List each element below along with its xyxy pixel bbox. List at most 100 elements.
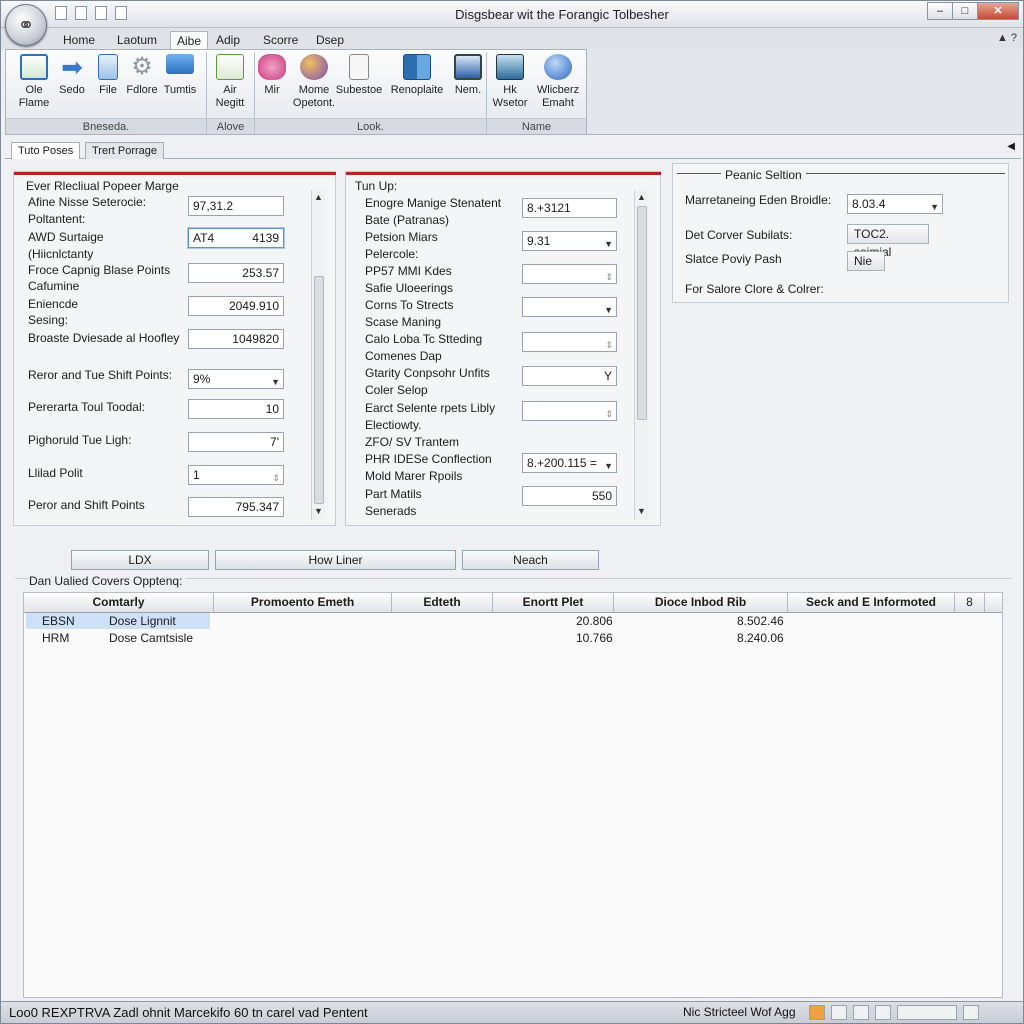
part-matils-field[interactable]: 550 <box>522 486 617 506</box>
air-negitt-button[interactable]: Air Negitt <box>210 52 250 110</box>
tab-laotum[interactable]: Laotum <box>111 31 163 50</box>
llilad-spinner[interactable]: 1 ⇕ <box>188 465 284 485</box>
neach-button[interactable]: Neach <box>462 550 599 570</box>
toc2-button[interactable]: TOC2. seimial <box>847 224 929 259</box>
table-row[interactable]: EBSN Dose Lignnit 20.806 8.502.46 <box>24 613 1002 630</box>
tab-tuto-poses[interactable]: Tuto Poses <box>11 142 81 159</box>
wlicberz-button[interactable]: Wlicberz Emaht <box>534 52 582 110</box>
pp57-spinner[interactable]: ⇕ <box>522 264 617 284</box>
status-right-text: Nic Stricteel Wof Agg <box>683 1005 796 1019</box>
awd-field[interactable]: AT4 4139 <box>188 228 284 248</box>
corns-select[interactable]: ▼ <box>522 297 617 317</box>
nie-button[interactable]: Nie <box>847 251 885 271</box>
zoom-out-icon[interactable] <box>875 1005 891 1020</box>
sedo-button[interactable]: ➡ Sedo <box>52 52 92 97</box>
renoplaite-button[interactable]: Renoplaite <box>388 52 446 97</box>
scroll-up-icon[interactable]: ▲ <box>314 192 323 202</box>
nem-button[interactable]: Nem. <box>448 52 488 97</box>
app-menu-orb-icon[interactable]: ⚭ <box>5 4 47 46</box>
scroll-down-icon[interactable]: ▼ <box>314 506 323 516</box>
gtarity-field[interactable]: Y <box>522 366 617 386</box>
field-label: Corns To Strects <box>365 298 454 312</box>
field-label: Reror and Tue Shift Points: <box>28 368 173 382</box>
reror-select[interactable]: 9% ▼ <box>188 369 284 389</box>
afine-field[interactable]: 97,31.2 <box>188 196 284 216</box>
marretaneing-select[interactable]: 8.03.4 ▼ <box>847 194 943 214</box>
table-cell: HRM <box>42 631 70 645</box>
mir-button[interactable]: Mir <box>252 52 292 97</box>
calo-spinner[interactable]: ⇕ <box>522 332 617 352</box>
tab-trert-porrage[interactable]: Trert Porrage <box>85 142 165 159</box>
column-header[interactable]: Dioce Inbod Rib <box>614 593 788 613</box>
file-icon <box>98 54 118 80</box>
left-panel: Ever Rlecliual Popeer Marge ▲ ▼ Afine Ni… <box>13 171 336 526</box>
field-label: PHR IDESe Conflection <box>365 452 492 466</box>
ldx-button[interactable]: LDX <box>71 550 209 570</box>
enogre-field[interactable]: 8.+3121 <box>522 198 617 218</box>
spinner-icon[interactable]: ⇕ <box>272 469 280 487</box>
column-header[interactable]: Comtarly <box>24 593 214 613</box>
chevron-down-icon[interactable]: ▼ <box>604 235 613 253</box>
close-button[interactable]: ✕ <box>977 2 1019 20</box>
hk-wsetor-button[interactable]: Hk Wsetor <box>490 52 530 110</box>
middle-panel-scrollbar[interactable]: ▲ ▼ <box>634 190 648 520</box>
peror-field[interactable]: 795.347 <box>188 497 284 517</box>
pererarta-field[interactable]: 10 <box>188 399 284 419</box>
maximize-button[interactable]: □ <box>952 2 978 20</box>
chevron-down-icon[interactable]: ▼ <box>930 198 939 216</box>
field-label: Slatce Poviy Pash <box>685 252 782 266</box>
petsion-select[interactable]: 9.31 ▼ <box>522 231 617 251</box>
subestoe-button[interactable]: Subestoe <box>332 52 386 97</box>
tab-dsep[interactable]: Dsep <box>310 31 350 50</box>
chevron-left-icon[interactable]: ◀ <box>1007 141 1015 152</box>
device-icon <box>496 54 524 80</box>
field-label: Poltantent: <box>28 212 86 226</box>
chevron-down-icon[interactable]: ▼ <box>271 373 280 391</box>
froce-field[interactable]: 253.57 <box>188 263 284 283</box>
panel-accent <box>14 172 336 175</box>
spinner-icon[interactable]: ⇕ <box>605 336 613 354</box>
help-icon[interactable]: ▲ ? <box>997 32 1017 44</box>
fdlore-button[interactable]: ⚙ Fdlore <box>122 52 162 97</box>
eniencde-field[interactable]: 2049.910 <box>188 296 284 316</box>
column-header[interactable]: 8 <box>955 593 985 613</box>
scroll-thumb[interactable] <box>314 276 324 504</box>
column-header[interactable]: Seck and E Informoted <box>788 593 955 613</box>
how-liner-button[interactable]: How Liner <box>215 550 456 570</box>
tab-home[interactable]: Home <box>57 31 101 50</box>
broaste-field[interactable]: 1049820 <box>188 329 284 349</box>
zoom-in-icon[interactable] <box>963 1005 979 1020</box>
minimize-button[interactable]: – <box>927 2 953 20</box>
chevron-down-icon[interactable]: ▼ <box>604 457 613 475</box>
zoom-slider[interactable] <box>897 1005 957 1020</box>
view-layout-icon[interactable] <box>853 1005 869 1020</box>
phr-select[interactable]: 8.+200.115 = ▼ <box>522 453 617 473</box>
tab-scorre[interactable]: Scorre <box>257 31 304 50</box>
table-row[interactable]: HRM Dose Camtsisle 10.766 8.240.06 <box>24 630 1002 647</box>
scroll-thumb[interactable] <box>637 206 647 420</box>
spinner-icon[interactable]: ⇕ <box>605 405 613 423</box>
earct-spinner[interactable]: ⇕ <box>522 401 617 421</box>
spinner-icon[interactable]: ⇕ <box>605 268 613 286</box>
scroll-up-icon[interactable]: ▲ <box>637 192 646 202</box>
orb-icon <box>544 54 572 80</box>
tab-aibe[interactable]: Aibe <box>170 31 209 50</box>
field-label: Pighoruld Tue Ligh: <box>28 433 132 447</box>
view-normal-icon[interactable] <box>831 1005 847 1020</box>
chevron-down-icon[interactable]: ▼ <box>604 301 613 319</box>
pighoruld-field[interactable]: 7' <box>188 432 284 452</box>
scroll-down-icon[interactable]: ▼ <box>637 506 646 516</box>
tumtis-button[interactable]: Tumtis <box>160 52 200 97</box>
field-label: Broaste Dviesade al Hoofley <box>28 331 180 345</box>
mome-button[interactable]: Mome Opetont. <box>290 52 338 110</box>
column-header[interactable]: Edteth <box>392 593 493 613</box>
panel-title: Peanic Seltion <box>721 167 806 183</box>
status-icons <box>809 1005 979 1020</box>
column-header[interactable]: Enortt Plet <box>493 593 614 613</box>
left-panel-scrollbar[interactable]: ▲ ▼ <box>311 190 325 520</box>
flame-icon[interactable] <box>809 1005 825 1020</box>
column-header[interactable]: Promoento Emeth <box>214 593 392 613</box>
tab-adip[interactable]: Adip <box>210 31 246 50</box>
ole-flame-button[interactable]: Ole Flame <box>14 52 54 110</box>
field-label: Bate (Patranas) <box>365 213 450 227</box>
